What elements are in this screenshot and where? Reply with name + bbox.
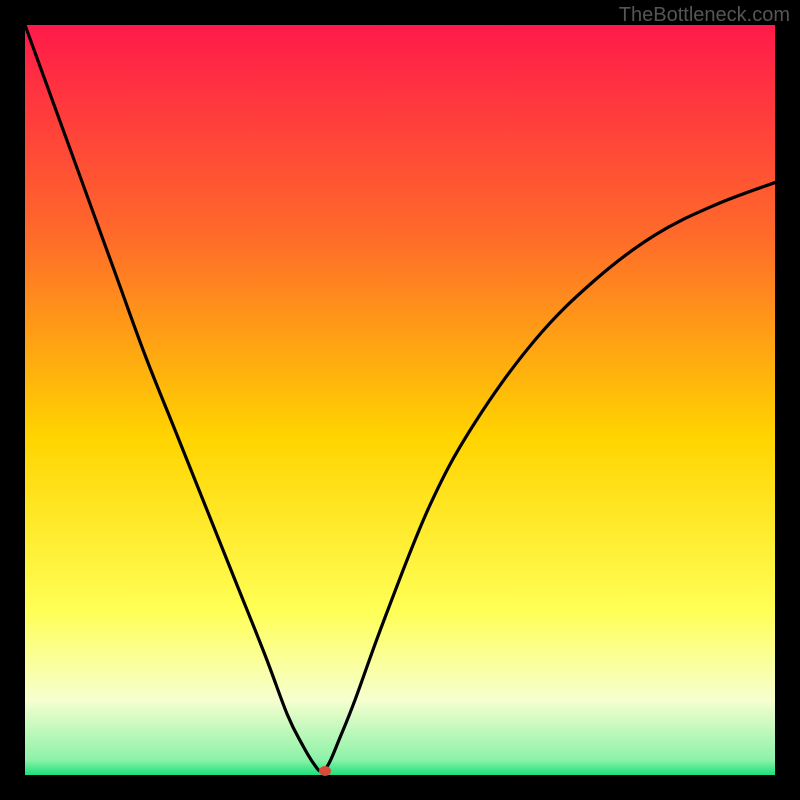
plot-frame	[25, 25, 775, 775]
curve-layer	[25, 25, 775, 775]
watermark-text: TheBottleneck.com	[619, 4, 790, 27]
plot-area	[25, 25, 775, 775]
bottleneck-curve	[25, 25, 775, 771]
